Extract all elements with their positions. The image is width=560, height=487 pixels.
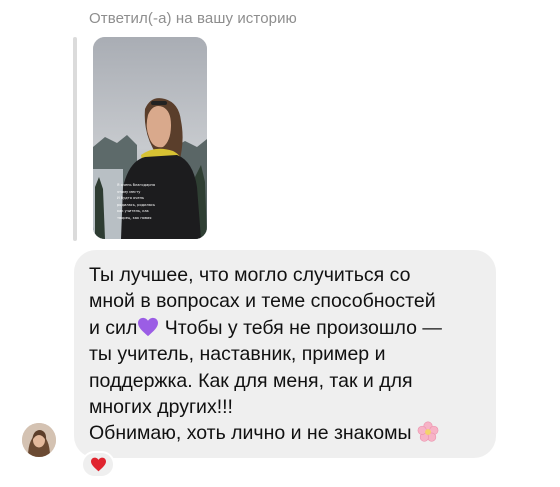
reply-header: Ответил(-а) на вашу историю (89, 10, 297, 27)
caption-line: этому месту (117, 189, 141, 194)
reaction-badge[interactable] (81, 451, 115, 478)
sender-avatar[interactable] (22, 423, 56, 457)
quote-bar (73, 37, 77, 241)
story-caption: Я очень благодарна этому месту И будто о… (117, 183, 177, 223)
caption-line: И будто очень (117, 196, 145, 201)
caption-line: родилась, родилась (117, 202, 156, 207)
red-heart-icon (90, 457, 106, 472)
message-text: Ты лучшее, что могло случиться со мной в… (89, 262, 484, 447)
purple-heart-icon (138, 317, 159, 336)
caption-line: Я очень благодарна (117, 183, 156, 187)
caption-line: как учитель, как (117, 209, 149, 214)
avatar-photo (22, 423, 56, 457)
story-thumbnail[interactable]: Я очень благодарна этому месту И будто о… (93, 37, 207, 239)
caption-line: творец, как новая (117, 215, 152, 220)
message-bubble[interactable]: Ты лучшее, что могло случиться со мной в… (74, 250, 496, 458)
cherry-blossom-icon (417, 421, 439, 443)
